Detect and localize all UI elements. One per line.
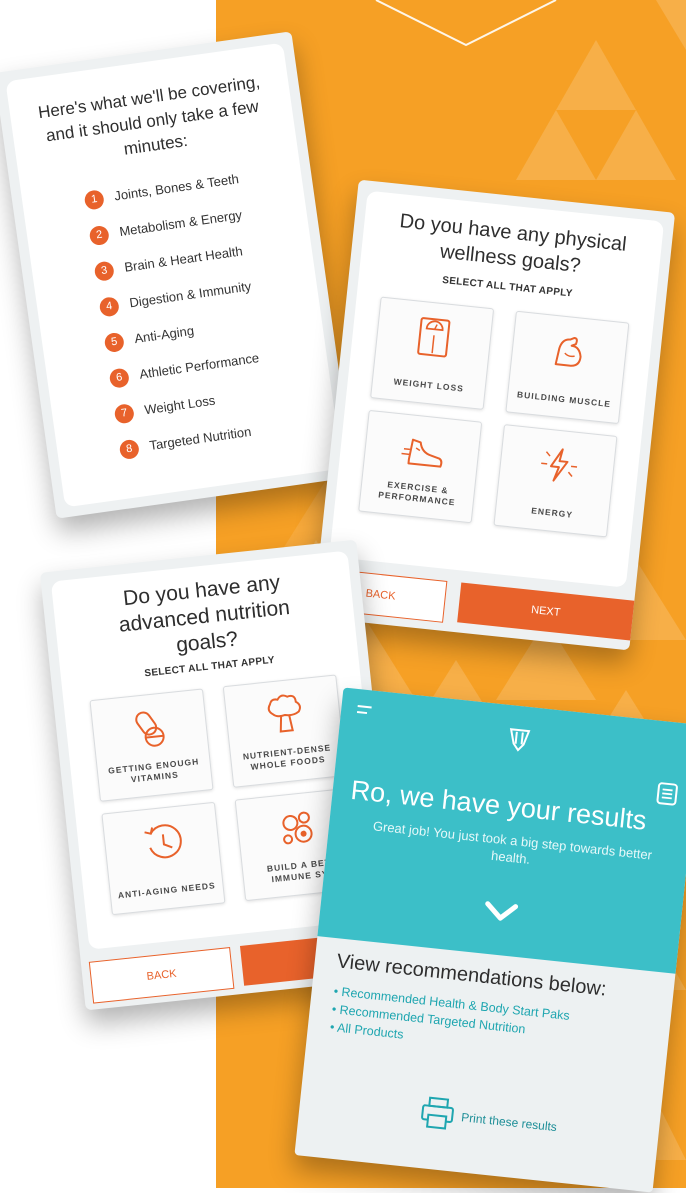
topic-number-badge: 5 — [103, 331, 126, 354]
print-results-label: Print these results — [460, 1110, 558, 1135]
hamburger-menu-icon[interactable] — [356, 705, 372, 715]
option-label: WEIGHT LOSS — [393, 376, 465, 394]
printer-icon — [421, 1096, 454, 1130]
pills-icon — [135, 711, 165, 747]
topic-item: 1 Joints, Bones & Teeth — [83, 171, 240, 214]
topic-item: 6 Athletic Performance — [108, 350, 260, 392]
option-energy[interactable]: ENERGY — [493, 424, 618, 538]
topics-title: Here's what we'll be covering, and it sh… — [9, 66, 296, 176]
recommendation-link-text[interactable]: All Products — [336, 1021, 404, 1042]
chevron-down-icon[interactable] — [482, 899, 520, 925]
topic-item: 2 Metabolism & Energy — [88, 207, 243, 249]
option-label: GETTING ENOUGH VITAMINS — [107, 756, 200, 785]
topic-number-badge: 3 — [93, 260, 116, 282]
print-results-button[interactable]: Print these results — [417, 1094, 600, 1153]
running-shoe-icon — [401, 438, 443, 468]
topic-label: Brain & Heart Health — [123, 243, 244, 275]
back-button[interactable]: BACK — [88, 946, 235, 1004]
option-anti-aging-needs[interactable]: ANTI-AGING NEEDS — [101, 801, 226, 916]
physical-goals-card-inner: Do you have any physical wellness goals?… — [329, 190, 665, 588]
option-building-muscle[interactable]: BUILDING MUSCLE — [505, 310, 630, 425]
next-button[interactable]: NEXT — [457, 582, 635, 641]
topic-number-badge: 4 — [98, 296, 121, 318]
flexed-arm-icon — [554, 336, 582, 367]
lightning-bolt-icon — [541, 448, 578, 482]
topic-item: 5 Anti-Aging — [103, 323, 195, 356]
results-card: Ro, we have your results Great job! You … — [294, 687, 686, 1193]
results-header: Ro, we have your results Great job! You … — [317, 687, 686, 974]
option-weight-loss[interactable]: WEIGHT LOSS — [370, 296, 495, 410]
topic-item: 7 Weight Loss — [113, 393, 216, 428]
topic-item: 8 Targeted Nutrition — [118, 424, 252, 463]
option-label: NUTRIENT-DENSE WHOLE FOODS — [242, 742, 332, 772]
topic-label: Weight Loss — [143, 392, 217, 418]
option-label: ANTI-AGING NEEDS — [117, 880, 217, 901]
topic-number-badge: 2 — [88, 224, 111, 247]
broccoli-icon — [267, 694, 301, 733]
topic-label: Athletic Performance — [138, 350, 261, 382]
scale-icon — [417, 317, 451, 358]
topic-item: 4 Digestion & Immunity — [98, 278, 252, 321]
physical-goals-card: Do you have any physical wellness goals?… — [312, 179, 676, 651]
cells-icon — [282, 811, 313, 845]
topic-number-badge: 7 — [113, 403, 136, 425]
option-nutrient-dense-whole-foods[interactable]: NUTRIENT-DENSE WHOLE FOODS — [222, 674, 347, 788]
topic-label: Digestion & Immunity — [128, 278, 253, 311]
topics-card: Here's what we'll be covering, and it sh… — [0, 31, 354, 519]
topic-label: Anti-Aging — [133, 322, 195, 347]
brand-logo-icon — [509, 728, 531, 752]
option-exercise-performance[interactable]: EXERCISE & PERFORMANCE — [358, 409, 483, 524]
topic-item: 3 Brain & Heart Health — [93, 243, 244, 285]
topic-number-badge: 6 — [108, 367, 131, 389]
topic-label: Joints, Bones & Teeth — [113, 171, 240, 204]
option-label: EXERCISE & PERFORMANCE — [377, 479, 456, 508]
topics-list: 1 Joints, Bones & Teeth 2 Metabolism & E… — [83, 164, 322, 479]
topic-number-badge: 8 — [118, 438, 141, 461]
option-getting-enough-vitamins[interactable]: GETTING ENOUGH VITAMINS — [89, 688, 214, 802]
option-label: BUILDING MUSCLE — [516, 389, 612, 410]
checklist-icon[interactable] — [655, 781, 679, 807]
option-label: ENERGY — [530, 505, 574, 520]
topic-number-badge: 1 — [83, 189, 105, 211]
topics-card-inner: Here's what we'll be covering, and it sh… — [5, 42, 343, 508]
topic-label: Metabolism & Energy — [118, 207, 243, 240]
topic-label: Targeted Nutrition — [148, 423, 253, 453]
clock-icon — [144, 824, 182, 859]
